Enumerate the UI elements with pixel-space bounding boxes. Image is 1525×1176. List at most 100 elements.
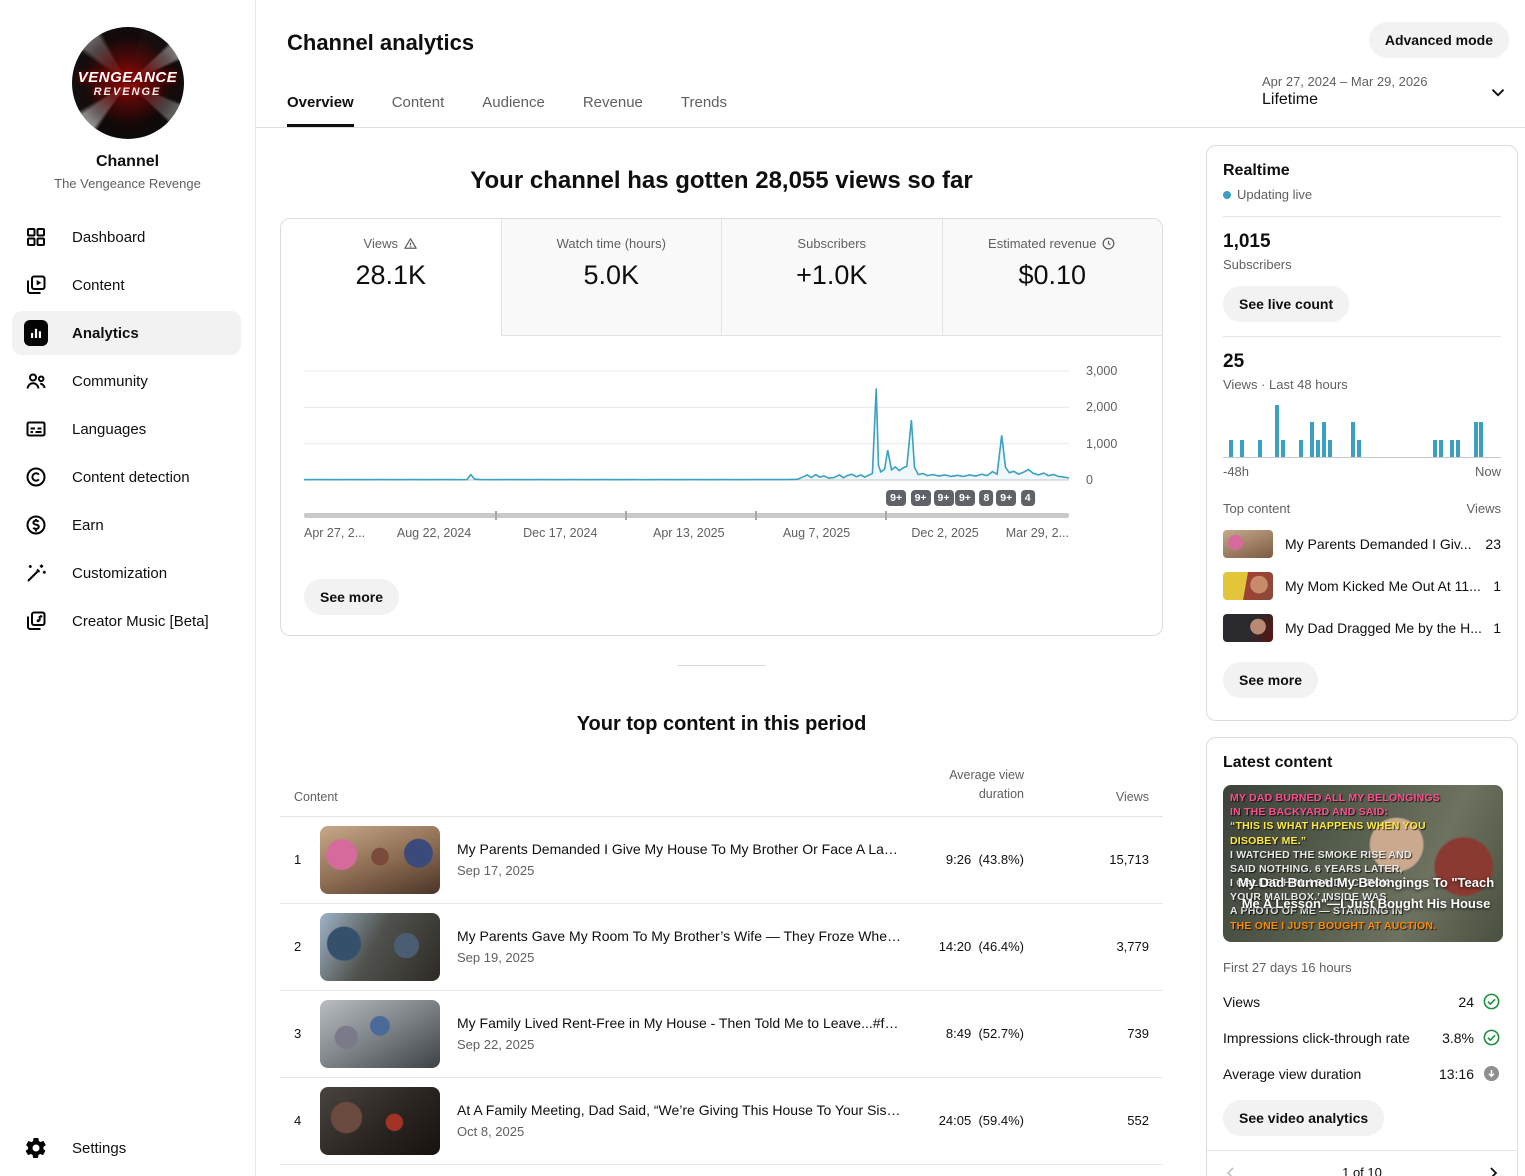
y-axis-tick: 2,000: [1086, 400, 1118, 415]
video-title[interactable]: My Family Lived Rent-Free in My House - …: [457, 1015, 904, 1031]
sidebar-item-earn[interactable]: Earn: [0, 501, 255, 549]
video-thumbnail: [1223, 614, 1273, 642]
sidebar-item-languages[interactable]: Languages: [0, 405, 255, 453]
chevron-right-icon[interactable]: [1483, 1163, 1503, 1176]
publish-count-badge[interactable]: 9+: [933, 490, 954, 506]
latest-video-thumbnail[interactable]: MY DAD BURNED ALL MY BELONGINGS IN THE BA…: [1223, 785, 1503, 942]
sidebar-item-dashboard[interactable]: Dashboard: [0, 213, 255, 261]
metric-value: 24: [1458, 993, 1474, 1010]
realtime-48h-bar-chart: [1223, 405, 1501, 458]
table-row[interactable]: 4 At A Family Meeting, Dad Said, “We’re …: [280, 1078, 1163, 1165]
sidebar-item-customization[interactable]: Customization: [0, 549, 255, 597]
x-axis-label: Mar 29, 2...: [1005, 526, 1069, 540]
metric-tab-estimated-revenue[interactable]: Estimated revenue $0.10: [941, 219, 1162, 336]
publish-count-badge[interactable]: 9+: [910, 490, 931, 506]
table-row[interactable]: 2 My Parents Gave My Room To My Brother’…: [280, 904, 1163, 991]
tab-revenue[interactable]: Revenue: [583, 82, 643, 127]
latest-video-title: My Dad Burned My Belongings To "Teach Me…: [1237, 875, 1495, 911]
analytics-icon: [24, 320, 48, 346]
tab-trends[interactable]: Trends: [681, 82, 727, 127]
video-thumbnail[interactable]: [320, 912, 440, 981]
video-title[interactable]: My Parents Gave My Room To My Brother’s …: [457, 928, 904, 944]
publish-count-badge[interactable]: 9+: [886, 490, 907, 506]
realtime-bar: [1432, 439, 1437, 457]
copyright-icon: [24, 465, 48, 489]
publish-count-badge[interactable]: 9+: [954, 490, 975, 506]
latest-content-pagination: 1 of 10: [1207, 1150, 1517, 1176]
sidebar-item-analytics[interactable]: Analytics: [0, 309, 255, 357]
realtime-bar: [1450, 439, 1455, 457]
see-more-button[interactable]: See more: [304, 579, 400, 615]
thumbnail-text-line: I WATCHED THE SMOKE RISE AND: [1230, 848, 1412, 861]
gear-icon: [24, 1136, 48, 1160]
table-row[interactable]: 3 My Family Lived Rent-Free in My House …: [280, 991, 1163, 1078]
views-cell: 3,779: [1116, 939, 1149, 954]
see-live-count-button[interactable]: See live count: [1223, 286, 1350, 322]
tab-content[interactable]: Content: [392, 82, 445, 127]
video-title[interactable]: At A Family Meeting, Dad Said, “We’re Gi…: [457, 1102, 904, 1118]
list-item[interactable]: My Mom Kicked Me Out At 11... 1: [1223, 572, 1501, 600]
warning-icon: [403, 236, 418, 251]
analytics-chart-card: Views 28.1K Watch time (hours) 5.0K Subs…: [280, 218, 1163, 636]
avatar-line1: VENGEANCE: [77, 68, 178, 86]
views-line-chart[interactable]: 3,000 2,000 1,000 0 9+ 9+ 9+ 9+ 8 9+ 4 Apr 27, 2.…: [281, 346, 1162, 561]
youtube-studio-analytics: VENGEANCE REVENGE Channel The Vengeance …: [0, 0, 1525, 1176]
realtime-bar: [1473, 422, 1478, 457]
publish-count-badge[interactable]: 4: [1020, 490, 1035, 506]
sidebar-item-label: Earn: [72, 516, 104, 534]
realtime-see-more-button[interactable]: See more: [1223, 662, 1319, 698]
live-dot-icon: [1223, 190, 1231, 199]
video-thumbnail[interactable]: [320, 999, 440, 1068]
sidebar-item-settings[interactable]: Settings: [0, 1124, 255, 1172]
y-axis-tick: 3,000: [1086, 364, 1118, 378]
metric-tab-subscribers[interactable]: Subscribers +1.0K: [721, 219, 942, 336]
pagination-label: 1 of 10: [1342, 1165, 1382, 1176]
date-range-picker[interactable]: Apr 27, 2024 – Mar 29, 2026 Lifetime: [1262, 74, 1509, 109]
chevron-left-icon[interactable]: [1221, 1163, 1241, 1176]
sidebar-item-label: Content detection: [72, 468, 190, 486]
video-thumbnail[interactable]: [320, 825, 440, 894]
tab-audience[interactable]: Audience: [482, 82, 545, 127]
video-title[interactable]: My Parents Demanded I Give My House To M…: [457, 841, 904, 857]
sidebar-item-label: Creator Music [Beta]: [72, 612, 209, 630]
metric-tab-views[interactable]: Views 28.1K: [281, 219, 501, 336]
tab-overview[interactable]: Overview: [287, 82, 354, 127]
avg-view-duration-cell: 14:20 (46.4%): [938, 939, 1024, 954]
advanced-mode-button[interactable]: Advanced mode: [1368, 22, 1509, 58]
video-thumbnail[interactable]: [320, 1086, 440, 1155]
realtime-bar: [1327, 439, 1332, 457]
views-cell: 15,713: [1109, 852, 1149, 867]
y-axis-tick: 1,000: [1086, 436, 1118, 451]
sidebar-item-content-detection[interactable]: Content detection: [0, 453, 255, 501]
realtime-bar: [1240, 439, 1245, 457]
y-axis-tick: 0: [1086, 473, 1093, 487]
video-views: 1: [1493, 578, 1501, 594]
publish-count-badge[interactable]: 8: [979, 490, 994, 506]
x-axis-label: Dec 17, 2024: [523, 526, 598, 540]
chevron-down-icon: [1487, 81, 1509, 103]
latest-content-card: Latest content MY DAD BURNED ALL MY BELO…: [1206, 737, 1518, 1176]
metric-tab-watch-time[interactable]: Watch time (hours) 5.0K: [500, 219, 721, 336]
column-header-views: Views: [1115, 789, 1149, 804]
dollar-icon: [24, 513, 48, 537]
sidebar-item-label: Settings: [72, 1139, 127, 1157]
video-date: Sep 17, 2025: [457, 863, 535, 878]
list-item[interactable]: My Parents Demanded I Giv... 23: [1223, 530, 1501, 558]
see-video-analytics-button[interactable]: See video analytics: [1223, 1100, 1385, 1136]
sidebar-item-label: Content: [72, 276, 125, 294]
publish-count-badge[interactable]: 9+: [996, 490, 1017, 506]
main-column: Your channel has gotten 28,055 views so …: [280, 128, 1163, 1165]
video-thumbnail: [1223, 572, 1273, 600]
arrow-down-circle-icon: [1482, 1064, 1501, 1083]
table-header: Content Average view duration Views: [280, 766, 1163, 817]
channel-avatar[interactable]: VENGEANCE REVENGE: [71, 27, 184, 139]
chart-range-scrollbar[interactable]: [304, 511, 1069, 520]
sidebar-item-creator-music[interactable]: Creator Music [Beta]: [0, 597, 255, 645]
table-row[interactable]: 1 My Parents Demanded I Give My House To…: [280, 817, 1163, 904]
sidebar-nav: Dashboard Content Analytics Community La…: [0, 213, 255, 645]
list-item[interactable]: My Dad Dragged Me by the H... 1: [1223, 614, 1501, 642]
sidebar-item-content[interactable]: Content: [0, 261, 255, 309]
metric-value: $0.10: [1018, 260, 1087, 290]
updating-live-label: Updating live: [1237, 187, 1313, 202]
sidebar-item-community[interactable]: Community: [0, 357, 255, 405]
